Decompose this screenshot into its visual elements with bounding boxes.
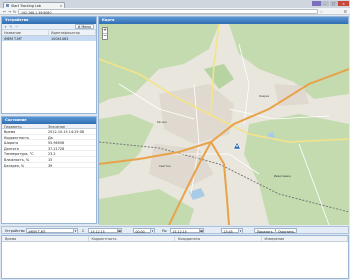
forward-icon[interactable]: → [8,9,11,14]
map-place-label: Рясное [157,119,167,124]
value-cell: 39 [48,163,53,168]
events-grid-header: Время Корректность Координаты Измерения [2,236,348,242]
to-time-field[interactable]: 23:45 ▾ [221,228,243,234]
url-input[interactable]: 192.168.1.39:8080 [18,9,318,15]
device-id-cell: 10041463 [51,36,69,41]
param-cell: Влажность, % [4,157,30,162]
remove-device-icon[interactable]: − [14,25,19,30]
tab-close-icon[interactable]: × [59,4,62,8]
device-select[interactable]: iMEM T-MT ▾ [26,228,78,234]
to-time-value: 23:45 [223,229,233,234]
map-view[interactable]: Рясное Озерки Светлое Ивантеевка + − [99,23,349,225]
tab-favicon-icon [6,4,9,8]
value-cell: 55.96056 [48,141,65,146]
reload-icon[interactable]: ↻ [13,9,16,14]
back-icon[interactable]: ← [3,9,6,14]
value-cell: 23.2 [48,152,56,157]
from-date-field[interactable]: 15.12.15 ▦ [88,228,122,234]
param-cell: Температура, °C [4,152,34,157]
tracking-app: Устройства + ✎ − ⚙ Меню Название Идентиф… [0,15,350,280]
chevron-down-icon[interactable]: ▾ [150,229,154,234]
column-header-id[interactable]: Идентификатор [49,30,96,35]
device-filter-label: Устройство [5,229,25,233]
map-place-label: Ивантеевка [274,173,291,178]
to-date-field[interactable]: 15.12.15 ▦ [170,228,204,234]
to-label: По [162,229,167,233]
bookmark-star-icon[interactable]: ☆ [319,9,323,14]
from-date-value: 15.12.15 [90,229,105,234]
edit-device-icon[interactable]: ✎ [9,25,14,30]
window-controls: – □ × [311,1,349,7]
column-header-name[interactable]: Название [2,30,49,35]
from-time-value: 00:00 [135,229,145,234]
calendar-icon[interactable]: ▦ [117,229,121,234]
column-header-measurements[interactable]: Измерения [262,236,348,241]
map-panel: Карта Рясное Озерки Светлое Ивантеевка +… [98,16,349,225]
filter-toolbar: Устройство iMEM T-MT ▾ С 15.12.15 ▦ 00:0… [1,226,349,234]
devices-menu-button[interactable]: ⚙ Меню [74,24,94,30]
profile-icon[interactable] [311,1,321,6]
chevron-down-icon[interactable]: ▾ [73,229,77,234]
state-panel: Состояние Параметр Значение Время 2012-10… [1,116,97,224]
value-cell: Да [48,135,53,140]
maximize-button[interactable]: □ [329,1,338,6]
devices-panel: Устройства + ✎ − ⚙ Меню Название Идентиф… [1,16,97,114]
show-button[interactable]: Показать [254,228,276,234]
add-device-icon[interactable]: + [3,25,8,30]
events-grid: Время Корректность Координаты Измерения [1,235,349,279]
devices-menu-label: Меню [81,25,91,30]
value-cell: 37.21728 [48,146,65,151]
to-date-value: 15.12.15 [172,229,187,234]
address-bar: ← → ↻ 192.168.1.39:8080 ☆ ≡ [0,8,350,15]
device-name-cell: iMEM T-MT [4,36,22,41]
param-cell: Корректность [4,135,30,140]
param-cell: Батарея, % [4,163,25,168]
param-cell: Широта [4,141,19,146]
chevron-down-icon[interactable]: ▾ [238,229,242,234]
calendar-icon[interactable]: ▦ [199,229,203,234]
device-select-value: iMEM T-MT [28,229,46,234]
value-cell: 15 [48,157,53,162]
param-cell: Долгота [4,146,19,151]
clear-button[interactable]: Очистить [275,228,297,234]
map-canvas[interactable] [99,23,349,225]
from-label: С [82,229,85,233]
column-header-param: Параметр [4,124,22,129]
minimize-button[interactable]: – [321,1,329,6]
from-time-field[interactable]: 00:00 ▾ [133,228,155,234]
table-row[interactable]: iMEM T-MT 10041463 [2,35,96,41]
close-window-button[interactable]: × [338,1,349,6]
column-header-valid[interactable]: Корректность [89,236,175,241]
map-place-label: Озерки [259,93,270,98]
devices-toolbar: + ✎ − ⚙ Меню [2,23,96,30]
column-header-coordinates[interactable]: Координаты [175,236,262,241]
zoom-in-button[interactable]: + [103,28,107,34]
table-row: Батарея, % 39 [2,163,96,169]
map-place-label: Светлое [159,163,171,168]
column-header-value: Значение [48,124,66,129]
browser-menu-icon[interactable]: ≡ [343,9,347,14]
column-header-time[interactable]: Время [2,236,89,241]
value-cell: 2012-10-15 14:25:08 [48,130,85,134]
zoom-control: + − [102,26,108,40]
param-cell: Время [4,130,16,134]
zoom-out-button[interactable]: − [103,33,107,39]
browser-tabstrip: Start Tracking Lab × – □ × [0,0,350,8]
